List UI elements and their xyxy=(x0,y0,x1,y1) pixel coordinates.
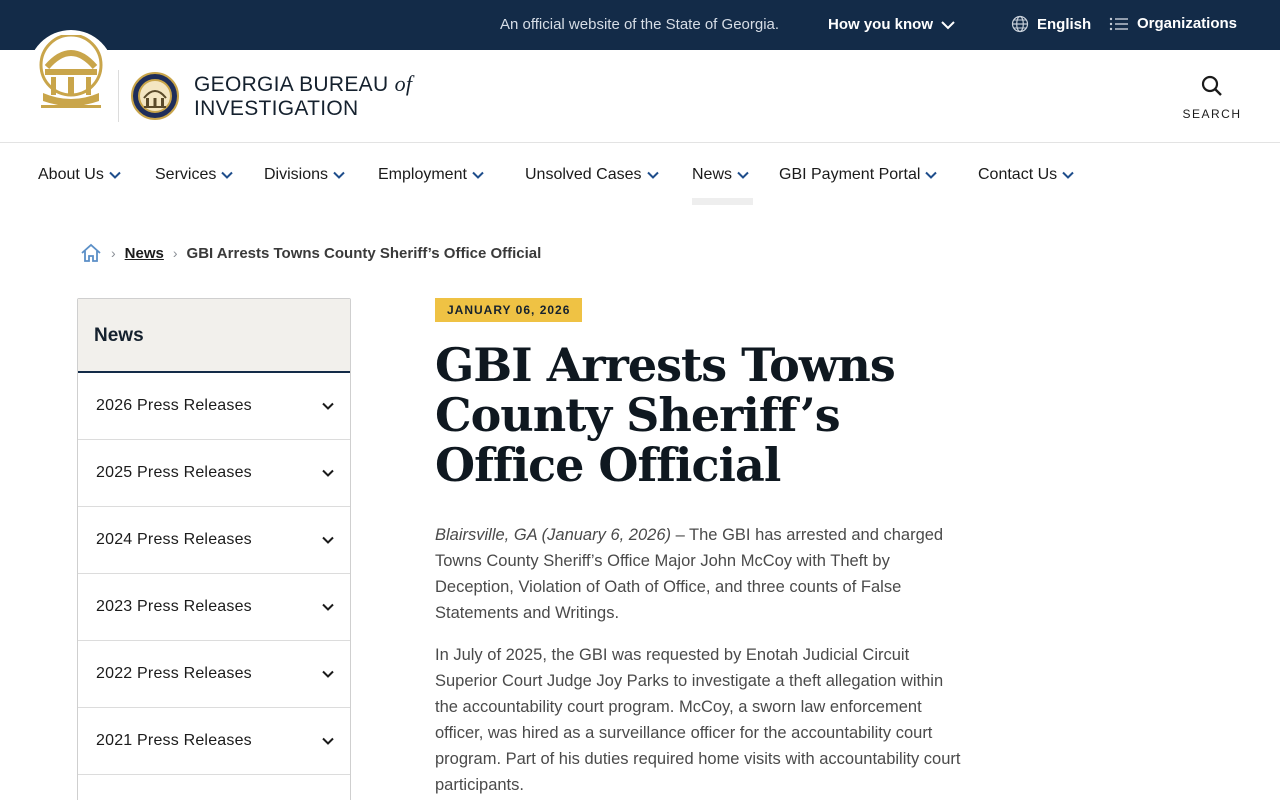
sidebar-item-2026-press-releases[interactable]: 2026 Press Releases xyxy=(78,373,350,440)
globe-icon xyxy=(1011,15,1029,33)
search-button[interactable]: SEARCH xyxy=(1180,74,1244,121)
nav-label: Divisions xyxy=(264,166,329,183)
nav-label: Unsolved Cases xyxy=(525,166,642,183)
chevron-down-icon xyxy=(322,536,334,544)
how-you-know-toggle[interactable]: How you know xyxy=(828,16,955,33)
organizations-link[interactable]: Organizations xyxy=(1109,15,1237,32)
site-name-of: of xyxy=(394,71,413,96)
gbi-badge-icon xyxy=(131,72,179,120)
georgia-state-seal-link[interactable] xyxy=(28,30,114,116)
nav-employment[interactable]: Employment xyxy=(378,165,484,185)
article-paragraph-2: In July of 2025, the GBI was requested b… xyxy=(435,646,961,794)
chevron-down-icon xyxy=(322,469,334,477)
how-you-know-label: How you know xyxy=(828,16,933,33)
site-name[interactable]: GEORGIA BUREAU of INVESTIGATION xyxy=(194,72,412,121)
chevron-down-icon xyxy=(322,670,334,678)
sidebar-item-label: 2022 Press Releases xyxy=(96,665,252,682)
chevron-down-icon xyxy=(925,171,938,179)
sidebar-item-2021-press-releases[interactable]: 2021 Press Releases xyxy=(78,708,350,775)
sidebar-item-2023-press-releases[interactable]: 2023 Press Releases xyxy=(78,574,350,641)
sidebar-item-2022-press-releases[interactable]: 2022 Press Releases xyxy=(78,641,350,708)
chevron-down-icon xyxy=(333,171,345,179)
sidebar-item-label: 2021 Press Releases xyxy=(96,732,252,749)
chevron-down-icon xyxy=(737,171,749,179)
search-icon xyxy=(1201,75,1222,96)
chevron-down-icon xyxy=(322,603,334,611)
main-nav: About Us Services Divisions Employment U… xyxy=(0,143,1280,207)
chevron-down-icon xyxy=(1062,171,1074,179)
language-label: English xyxy=(1037,15,1092,33)
search-label: SEARCH xyxy=(1182,107,1242,121)
official-website-text: An official website of the State of Geor… xyxy=(500,16,780,33)
header-divider xyxy=(118,70,119,122)
nav-unsolved-cases[interactable]: Unsolved Cases xyxy=(525,165,659,185)
nav-label: Contact Us xyxy=(978,166,1058,183)
chevron-down-icon xyxy=(221,171,234,179)
nav-divisions[interactable]: Divisions xyxy=(264,165,345,185)
site-name-line2: INVESTIGATION xyxy=(194,97,359,120)
nav-news[interactable]: News xyxy=(692,165,749,185)
article-dateline: Blairsville, GA (January 6, 2026) xyxy=(435,526,671,544)
georgia-arch-seal-icon xyxy=(39,35,103,108)
list-icon xyxy=(1109,17,1128,30)
sidebar-item-2024-press-releases[interactable]: 2024 Press Releases xyxy=(78,507,350,574)
nav-gbi-payment-portal[interactable]: GBI Payment Portal xyxy=(779,165,938,185)
organizations-label: Organizations xyxy=(1137,15,1238,32)
nav-label: Services xyxy=(155,166,217,183)
sidebar-item-2025-press-releases[interactable]: 2025 Press Releases xyxy=(78,440,350,507)
breadcrumb-news-link[interactable]: News xyxy=(125,245,164,262)
chevron-down-icon xyxy=(109,171,121,179)
chevron-down-icon xyxy=(322,737,334,745)
chevron-down-icon xyxy=(472,171,484,179)
nav-contact-us[interactable]: Contact Us xyxy=(978,165,1074,185)
breadcrumb-separator-icon: › xyxy=(111,245,116,261)
sidebar-item-label: 2023 Press Releases xyxy=(96,598,252,615)
chevron-down-icon xyxy=(322,402,334,410)
breadcrumb-separator-icon: › xyxy=(172,245,178,261)
nav-label: About Us xyxy=(38,166,104,183)
breadcrumb-current: GBI Arrests Towns County Sheriff’s Offic… xyxy=(186,244,542,262)
official-banner: An official website of the State of Geor… xyxy=(0,0,1280,50)
nav-label: Employment xyxy=(378,166,467,183)
sidebar-item-label: 2025 Press Releases xyxy=(96,464,252,481)
sidebar-item-label: 2026 Press Releases xyxy=(96,397,252,414)
nav-label: GBI Payment Portal xyxy=(779,166,921,183)
article-paragraph-1: Blairsville, GA (January 6, 2026) – The … xyxy=(435,522,965,626)
chevron-down-icon xyxy=(646,171,659,179)
nav-services[interactable]: Services xyxy=(155,165,234,185)
language-selector[interactable]: English xyxy=(1011,15,1091,33)
sidebar-item-label: 2024 Press Releases xyxy=(96,531,252,548)
article-title: GBI Arrests Towns County Sheriff’s Offic… xyxy=(435,338,896,492)
breadcrumb: › News › GBI Arrests Towns County Sherif… xyxy=(80,241,541,265)
news-sidebar: News 2026 Press Releases 2025 Press Rele… xyxy=(77,298,351,800)
nav-active-indicator xyxy=(692,198,753,205)
sidebar-title: News xyxy=(78,299,350,373)
site-name-line1: GEORGIA BUREAU xyxy=(194,73,389,96)
home-link[interactable] xyxy=(80,242,102,264)
nav-about-us[interactable]: About Us xyxy=(38,165,121,185)
home-icon xyxy=(81,243,101,262)
chevron-down-icon xyxy=(941,20,955,29)
nav-label: News xyxy=(692,166,733,183)
gbi-seal-link[interactable] xyxy=(131,70,179,127)
site-header: GEORGIA BUREAU of INVESTIGATION SEARCH xyxy=(0,30,1280,143)
article-date-badge: JANUARY 06, 2026 xyxy=(435,298,583,322)
